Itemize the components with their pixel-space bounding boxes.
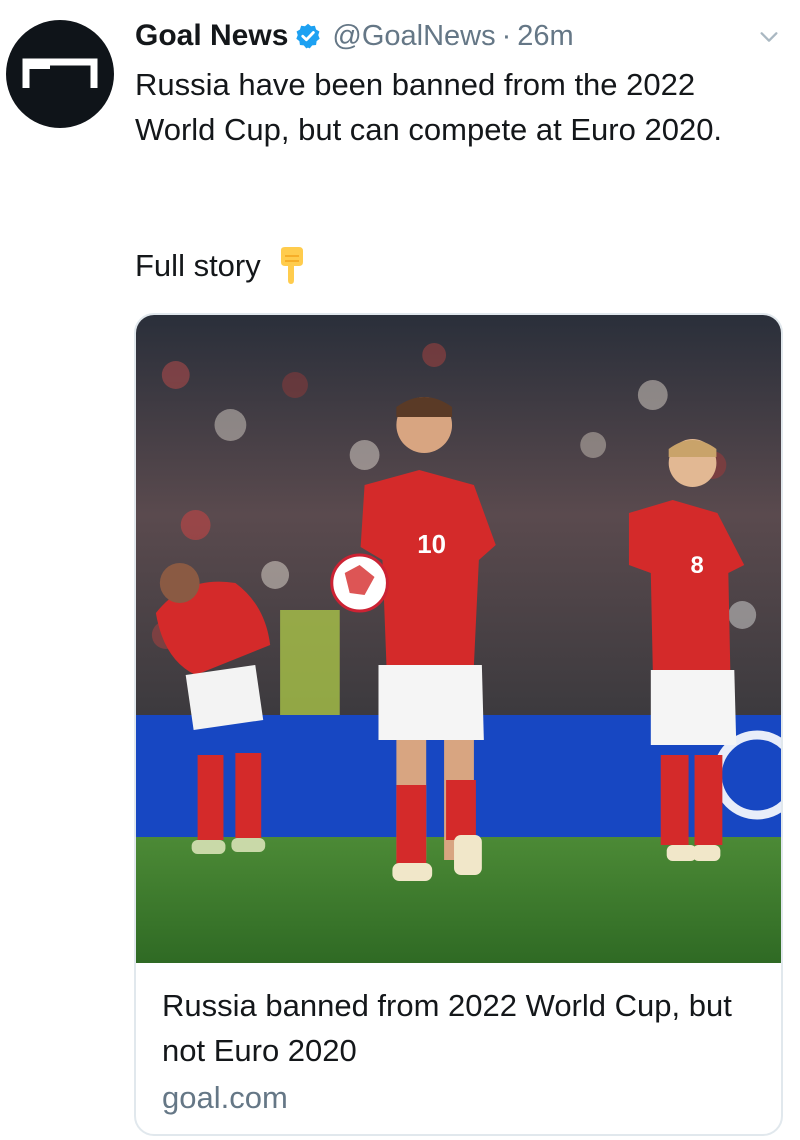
pointing-down-icon	[280, 246, 303, 284]
goal-news-avatar[interactable]	[6, 20, 114, 128]
author-handle[interactable]: @GoalNews	[332, 20, 495, 53]
card-title[interactable]: Russia banned from 2022 World Cup, but n…	[162, 983, 761, 1073]
article-photo[interactable]: 10 8	[136, 315, 781, 963]
tweet-header: Goal News @GoalNews · 26m	[135, 14, 780, 58]
jersey-number-right: 8	[691, 552, 704, 579]
chevron-down-icon[interactable]	[758, 26, 780, 48]
goal-logo-icon	[22, 58, 98, 88]
full-story-line: Full story	[135, 243, 309, 288]
verified-badge-icon	[296, 23, 321, 49]
full-story-text: Full story	[135, 248, 261, 283]
jersey-number-center: 10	[417, 531, 446, 559]
card-text-area[interactable]: Russia banned from 2022 World Cup, but n…	[162, 983, 761, 1120]
tweet-timestamp[interactable]: 26m	[517, 20, 573, 53]
tweet-text: Russia have been banned from the 2022 Wo…	[135, 67, 723, 147]
header-separator: ·	[501, 19, 512, 52]
card-domain[interactable]: goal.com	[162, 1075, 761, 1120]
author-name[interactable]: Goal News	[135, 19, 288, 53]
link-preview-card[interactable]: 10 8 Russia banned from 2022 World Cup, …	[134, 313, 783, 1136]
